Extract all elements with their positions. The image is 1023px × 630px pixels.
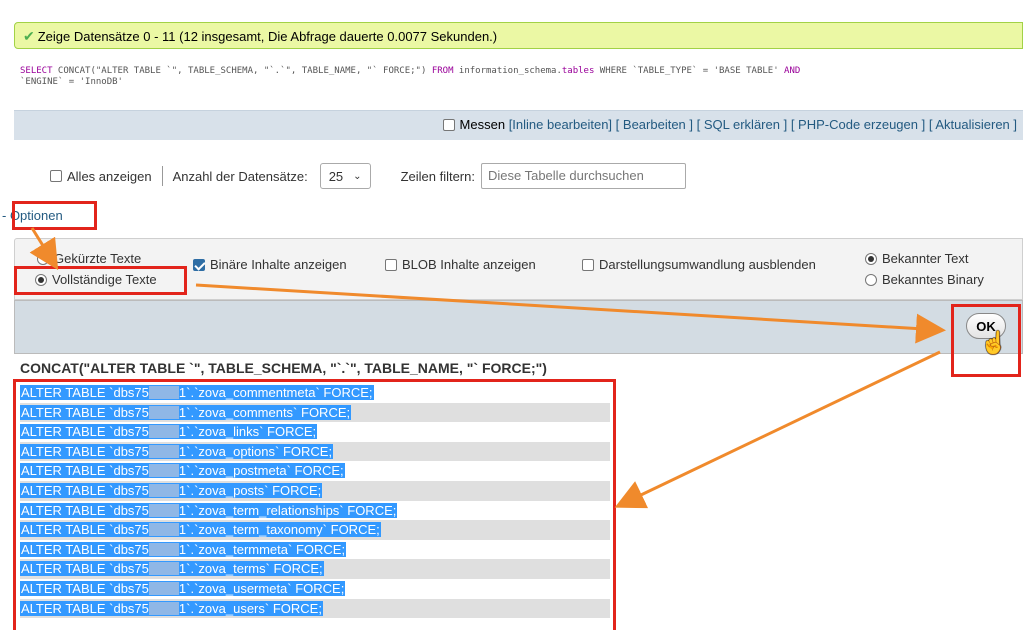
arrow-full-texts-to-ok [195, 283, 946, 344]
arrow-options-to-full-texts [29, 227, 59, 271]
arrow-ok-to-results [614, 350, 941, 509]
annotation-arrows [29, 227, 946, 509]
